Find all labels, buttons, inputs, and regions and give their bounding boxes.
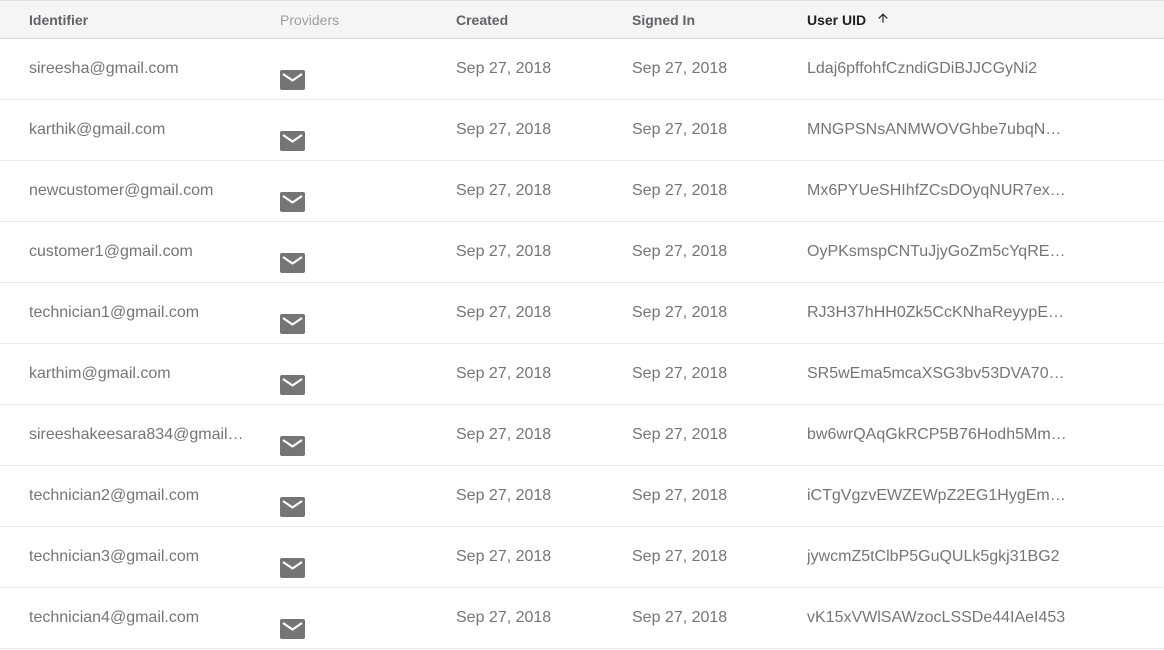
- signed-in-cell: Sep 27, 2018: [632, 609, 728, 626]
- providers-cell: [280, 405, 420, 465]
- email-icon: [280, 239, 305, 273]
- signed-in-cell: Sep 27, 2018: [632, 243, 728, 260]
- user-uid-cell: OyPKsmspCNTuJjyGoZm5cYqREz…: [807, 243, 1069, 260]
- providers-cell: [280, 466, 420, 526]
- table-row[interactable]: technician1@gmail.com Sep 27, 2018 Sep 27,…: [0, 283, 1164, 344]
- created-cell: Sep 27, 2018: [456, 426, 552, 443]
- identifier-cell: sireeshakeesara834@gmail.…: [29, 426, 245, 443]
- providers-cell: [280, 283, 420, 343]
- users-table: Identifier Providers Created Signed In U…: [0, 0, 1164, 649]
- created-cell: Sep 27, 2018: [456, 60, 552, 77]
- signed-in-cell: Sep 27, 2018: [632, 426, 728, 443]
- signed-in-cell: Sep 27, 2018: [632, 548, 728, 565]
- table-row[interactable]: technician3@gmail.com Sep 27, 2018 Sep 27,…: [0, 527, 1164, 588]
- created-cell: Sep 27, 2018: [456, 304, 552, 321]
- user-uid-cell: MNGPSNsANMWOVGhbe7ubqNs…: [807, 121, 1069, 138]
- user-uid-cell: bw6wrQAqGkRCP5B76Hodh5Mm…: [807, 426, 1067, 443]
- created-cell: Sep 27, 2018: [456, 365, 552, 382]
- user-uid-cell: jywcmZ5tClbP5GuQULk5gkj31BG2: [807, 548, 1060, 565]
- table-row[interactable]: technician4@gmail.com Sep 27, 2018 Sep 27,…: [0, 588, 1164, 649]
- signed-in-cell: Sep 27, 2018: [632, 487, 728, 504]
- identifier-cell: technician4@gmail.com: [29, 609, 200, 626]
- table-row[interactable]: newcustomer@gmail.com Sep 27, 2018 Sep 27,…: [0, 161, 1164, 222]
- column-header-signed-in[interactable]: Signed In: [632, 1, 792, 40]
- identifier-cell: newcustomer@gmail.com: [29, 182, 214, 199]
- user-uid-cell: RJ3H37hHH0Zk5CcKNhaReyypE8I2: [807, 304, 1069, 321]
- user-uid-cell: Ldaj6pffohfCzndiGDiBJJCGyNi2: [807, 60, 1038, 77]
- table-body: sireesha@gmail.com Sep 27, 2018 Sep 27, 20…: [0, 39, 1164, 649]
- created-cell: Sep 27, 2018: [456, 182, 552, 199]
- email-icon: [280, 361, 305, 395]
- created-cell: Sep 27, 2018: [456, 243, 552, 260]
- providers-cell: [280, 588, 420, 648]
- providers-cell: [280, 344, 420, 404]
- table-row[interactable]: sireesha@gmail.com Sep 27, 2018 Sep 27, 20…: [0, 39, 1164, 100]
- column-header-user-uid-label: User UID: [807, 12, 867, 28]
- user-uid-cell: vK15xVWlSAWzocLSSDe44IAeI453: [807, 609, 1066, 626]
- created-cell: Sep 27, 2018: [456, 548, 552, 565]
- arrow-upward-icon[interactable]: [876, 1, 890, 40]
- identifier-cell: technician3@gmail.com: [29, 548, 200, 565]
- column-header-identifier[interactable]: Identifier: [29, 1, 245, 40]
- signed-in-cell: Sep 27, 2018: [632, 60, 728, 77]
- table-row[interactable]: sireeshakeesara834@gmail.… Sep 27, 2018 Se…: [0, 405, 1164, 466]
- email-icon: [280, 483, 305, 517]
- identifier-cell: technician2@gmail.com: [29, 487, 200, 504]
- email-icon: [280, 56, 305, 90]
- column-header-created[interactable]: Created: [456, 1, 616, 40]
- table-row[interactable]: customer1@gmail.com Sep 27, 2018 Sep 27, 2…: [0, 222, 1164, 283]
- signed-in-cell: Sep 27, 2018: [632, 365, 728, 382]
- signed-in-cell: Sep 27, 2018: [632, 304, 728, 321]
- identifier-cell: customer1@gmail.com: [29, 243, 193, 260]
- email-icon: [280, 300, 305, 334]
- email-icon: [280, 544, 305, 578]
- table-header: Identifier Providers Created Signed In U…: [0, 0, 1164, 39]
- providers-cell: [280, 39, 420, 99]
- signed-in-cell: Sep 27, 2018: [632, 182, 728, 199]
- providers-cell: [280, 527, 420, 587]
- table-row[interactable]: karthik@gmail.com Sep 27, 2018 Sep 27, 201…: [0, 100, 1164, 161]
- email-icon: [280, 605, 305, 639]
- providers-cell: [280, 222, 420, 282]
- identifier-cell: technician1@gmail.com: [29, 304, 200, 321]
- signed-in-cell: Sep 27, 2018: [632, 121, 728, 138]
- email-icon: [280, 117, 305, 151]
- user-uid-cell: Mx6PYUeSHIhfZCsDOyqNUR7exn…: [807, 182, 1069, 199]
- table-row[interactable]: karthim@gmail.com Sep 27, 2018 Sep 27, 201…: [0, 344, 1164, 405]
- email-icon: [280, 178, 305, 212]
- identifier-cell: sireesha@gmail.com: [29, 60, 179, 77]
- user-uid-cell: iCTgVgzvEWZEWpZ2EG1HygEmC…: [807, 487, 1069, 504]
- created-cell: Sep 27, 2018: [456, 121, 552, 138]
- column-header-user-uid[interactable]: User UID: [807, 1, 1069, 40]
- column-header-providers: Providers: [280, 12, 340, 28]
- created-cell: Sep 27, 2018: [456, 609, 552, 626]
- table-row[interactable]: technician2@gmail.com Sep 27, 2018 Sep 27,…: [0, 466, 1164, 527]
- providers-cell: [280, 100, 420, 160]
- created-cell: Sep 27, 2018: [456, 487, 552, 504]
- identifier-cell: karthik@gmail.com: [29, 121, 166, 138]
- email-icon: [280, 422, 305, 456]
- user-uid-cell: SR5wEma5mcaXSG3bv53DVA70H…: [807, 365, 1069, 382]
- providers-cell: [280, 161, 420, 221]
- identifier-cell: karthim@gmail.com: [29, 365, 171, 382]
